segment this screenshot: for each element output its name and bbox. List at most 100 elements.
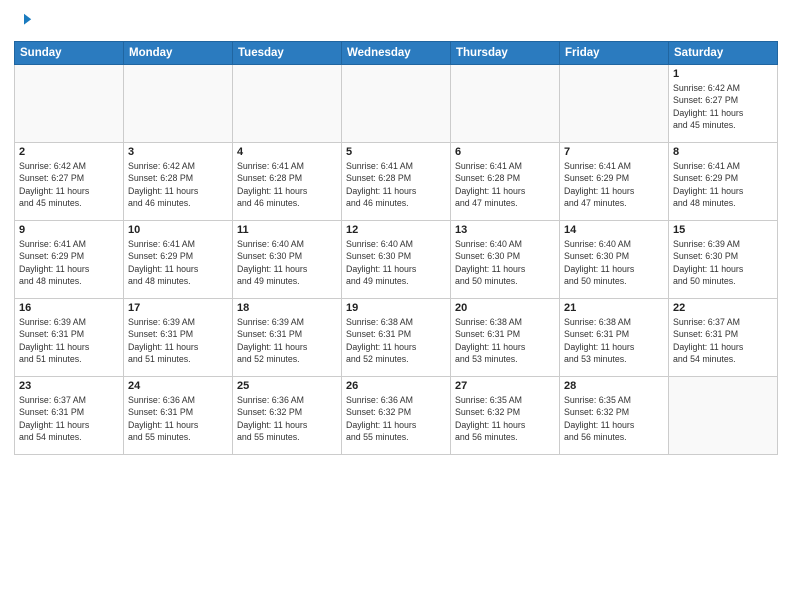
calendar-cell: 13Sunrise: 6:40 AM Sunset: 6:30 PM Dayli…	[451, 221, 560, 299]
day-number: 17	[128, 302, 228, 314]
calendar-cell: 4 Sunrise: 6:41 AM Sunset: 6:28 PM Daylig…	[233, 143, 342, 221]
calendar-cell	[124, 65, 233, 143]
calendar-cell: 2 Sunrise: 6:42 AM Sunset: 6:27 PM Daylig…	[15, 143, 124, 221]
day-info: Sunrise: 6:36 AM Sunset: 6:32 PM Dayligh…	[346, 394, 446, 443]
calendar-cell: 9 Sunrise: 6:41 AM Sunset: 6:29 PM Daylig…	[15, 221, 124, 299]
calendar-week-5: 23 Sunrise: 6:37 AM Sunset: 6:31 PM Dayli…	[15, 377, 778, 455]
calendar-header-wednesday: Wednesday	[342, 42, 451, 65]
day-number: 16	[19, 302, 119, 314]
day-info: Sunrise: 6:39 AM Sunset: 6:30 PM Dayligh…	[673, 238, 773, 287]
day-info: Sunrise: 6:40 AM Sunset: 6:30 PM Dayligh…	[455, 238, 555, 287]
calendar-cell: 19 Sunrise: 6:38 AM Sunset: 6:31 PM Dayli…	[342, 299, 451, 377]
day-number: 7	[564, 146, 664, 158]
day-number: 3	[128, 146, 228, 158]
calendar-cell: 23 Sunrise: 6:37 AM Sunset: 6:31 PM Dayli…	[15, 377, 124, 455]
day-number: 21	[564, 302, 664, 314]
calendar-header-sunday: Sunday	[15, 42, 124, 65]
page: SundayMondayTuesdayWednesdayThursdayFrid…	[0, 0, 792, 612]
day-number: 15	[673, 224, 773, 236]
day-number: 11	[237, 224, 337, 236]
calendar-week-3: 9 Sunrise: 6:41 AM Sunset: 6:29 PM Daylig…	[15, 221, 778, 299]
day-number: 19	[346, 302, 446, 314]
day-number: 1	[673, 68, 773, 80]
logo	[14, 12, 33, 33]
calendar-cell	[15, 65, 124, 143]
calendar-header-monday: Monday	[124, 42, 233, 65]
day-number: 5	[346, 146, 446, 158]
calendar-cell: 24 Sunrise: 6:36 AM Sunset: 6:31 PM Dayli…	[124, 377, 233, 455]
day-info: Sunrise: 6:38 AM Sunset: 6:31 PM Dayligh…	[564, 316, 664, 365]
day-number: 12	[346, 224, 446, 236]
calendar-cell: 12 Sunrise: 6:40 AM Sunset: 6:30 PM Dayli…	[342, 221, 451, 299]
calendar-cell: 10 Sunrise: 6:41 AM Sunset: 6:29 PM Dayli…	[124, 221, 233, 299]
header	[14, 12, 778, 33]
calendar-cell: 27Sunrise: 6:35 AM Sunset: 6:32 PM Dayli…	[451, 377, 560, 455]
calendar-cell: 14Sunrise: 6:40 AM Sunset: 6:30 PM Dayli…	[560, 221, 669, 299]
calendar-cell: 15 Sunrise: 6:39 AM Sunset: 6:30 PM Dayli…	[669, 221, 778, 299]
calendar-cell	[233, 65, 342, 143]
calendar-cell	[560, 65, 669, 143]
calendar-cell: 3 Sunrise: 6:42 AM Sunset: 6:28 PM Daylig…	[124, 143, 233, 221]
day-info: Sunrise: 6:41 AM Sunset: 6:28 PM Dayligh…	[346, 160, 446, 209]
calendar-cell: 11 Sunrise: 6:40 AM Sunset: 6:30 PM Dayli…	[233, 221, 342, 299]
day-number: 4	[237, 146, 337, 158]
day-info: Sunrise: 6:38 AM Sunset: 6:31 PM Dayligh…	[455, 316, 555, 365]
day-number: 20	[455, 302, 555, 314]
calendar-cell	[451, 65, 560, 143]
calendar-week-2: 2 Sunrise: 6:42 AM Sunset: 6:27 PM Daylig…	[15, 143, 778, 221]
logo-flag-icon	[15, 12, 33, 30]
day-info: Sunrise: 6:37 AM Sunset: 6:31 PM Dayligh…	[19, 394, 119, 443]
day-number: 9	[19, 224, 119, 236]
day-info: Sunrise: 6:36 AM Sunset: 6:31 PM Dayligh…	[128, 394, 228, 443]
day-info: Sunrise: 6:42 AM Sunset: 6:27 PM Dayligh…	[19, 160, 119, 209]
day-number: 6	[455, 146, 555, 158]
calendar-header-friday: Friday	[560, 42, 669, 65]
day-info: Sunrise: 6:37 AM Sunset: 6:31 PM Dayligh…	[673, 316, 773, 365]
calendar-table: SundayMondayTuesdayWednesdayThursdayFrid…	[14, 41, 778, 455]
calendar-cell: 28 Sunrise: 6:35 AM Sunset: 6:32 PM Dayli…	[560, 377, 669, 455]
day-info: Sunrise: 6:41 AM Sunset: 6:29 PM Dayligh…	[673, 160, 773, 209]
calendar-cell: 25 Sunrise: 6:36 AM Sunset: 6:32 PM Dayli…	[233, 377, 342, 455]
day-info: Sunrise: 6:39 AM Sunset: 6:31 PM Dayligh…	[237, 316, 337, 365]
calendar-cell: 16Sunrise: 6:39 AM Sunset: 6:31 PM Dayli…	[15, 299, 124, 377]
day-number: 28	[564, 380, 664, 392]
calendar-week-1: 1 Sunrise: 6:42 AM Sunset: 6:27 PM Daylig…	[15, 65, 778, 143]
day-info: Sunrise: 6:41 AM Sunset: 6:28 PM Dayligh…	[237, 160, 337, 209]
calendar-cell: 8 Sunrise: 6:41 AM Sunset: 6:29 PM Daylig…	[669, 143, 778, 221]
day-info: Sunrise: 6:41 AM Sunset: 6:29 PM Dayligh…	[19, 238, 119, 287]
calendar-cell: 21 Sunrise: 6:38 AM Sunset: 6:31 PM Dayli…	[560, 299, 669, 377]
day-number: 25	[237, 380, 337, 392]
calendar-header-row: SundayMondayTuesdayWednesdayThursdayFrid…	[15, 42, 778, 65]
day-info: Sunrise: 6:40 AM Sunset: 6:30 PM Dayligh…	[564, 238, 664, 287]
day-info: Sunrise: 6:41 AM Sunset: 6:28 PM Dayligh…	[455, 160, 555, 209]
calendar-header-saturday: Saturday	[669, 42, 778, 65]
day-info: Sunrise: 6:35 AM Sunset: 6:32 PM Dayligh…	[564, 394, 664, 443]
day-number: 18	[237, 302, 337, 314]
day-number: 10	[128, 224, 228, 236]
day-info: Sunrise: 6:36 AM Sunset: 6:32 PM Dayligh…	[237, 394, 337, 443]
day-info: Sunrise: 6:42 AM Sunset: 6:27 PM Dayligh…	[673, 82, 773, 131]
day-info: Sunrise: 6:41 AM Sunset: 6:29 PM Dayligh…	[564, 160, 664, 209]
calendar-cell	[669, 377, 778, 455]
day-info: Sunrise: 6:41 AM Sunset: 6:29 PM Dayligh…	[128, 238, 228, 287]
logo-text	[14, 12, 33, 35]
calendar-cell: 7 Sunrise: 6:41 AM Sunset: 6:29 PM Daylig…	[560, 143, 669, 221]
day-number: 8	[673, 146, 773, 158]
calendar-cell: 22 Sunrise: 6:37 AM Sunset: 6:31 PM Dayli…	[669, 299, 778, 377]
calendar-cell: 17Sunrise: 6:39 AM Sunset: 6:31 PM Dayli…	[124, 299, 233, 377]
calendar-header-tuesday: Tuesday	[233, 42, 342, 65]
calendar-cell: 18 Sunrise: 6:39 AM Sunset: 6:31 PM Dayli…	[233, 299, 342, 377]
calendar-header-thursday: Thursday	[451, 42, 560, 65]
day-info: Sunrise: 6:42 AM Sunset: 6:28 PM Dayligh…	[128, 160, 228, 209]
day-info: Sunrise: 6:40 AM Sunset: 6:30 PM Dayligh…	[346, 238, 446, 287]
day-number: 2	[19, 146, 119, 158]
day-number: 23	[19, 380, 119, 392]
day-info: Sunrise: 6:40 AM Sunset: 6:30 PM Dayligh…	[237, 238, 337, 287]
day-number: 26	[346, 380, 446, 392]
day-info: Sunrise: 6:38 AM Sunset: 6:31 PM Dayligh…	[346, 316, 446, 365]
day-number: 24	[128, 380, 228, 392]
calendar-cell	[342, 65, 451, 143]
calendar-cell: 5 Sunrise: 6:41 AM Sunset: 6:28 PM Daylig…	[342, 143, 451, 221]
calendar-cell: 1 Sunrise: 6:42 AM Sunset: 6:27 PM Daylig…	[669, 65, 778, 143]
day-number: 22	[673, 302, 773, 314]
